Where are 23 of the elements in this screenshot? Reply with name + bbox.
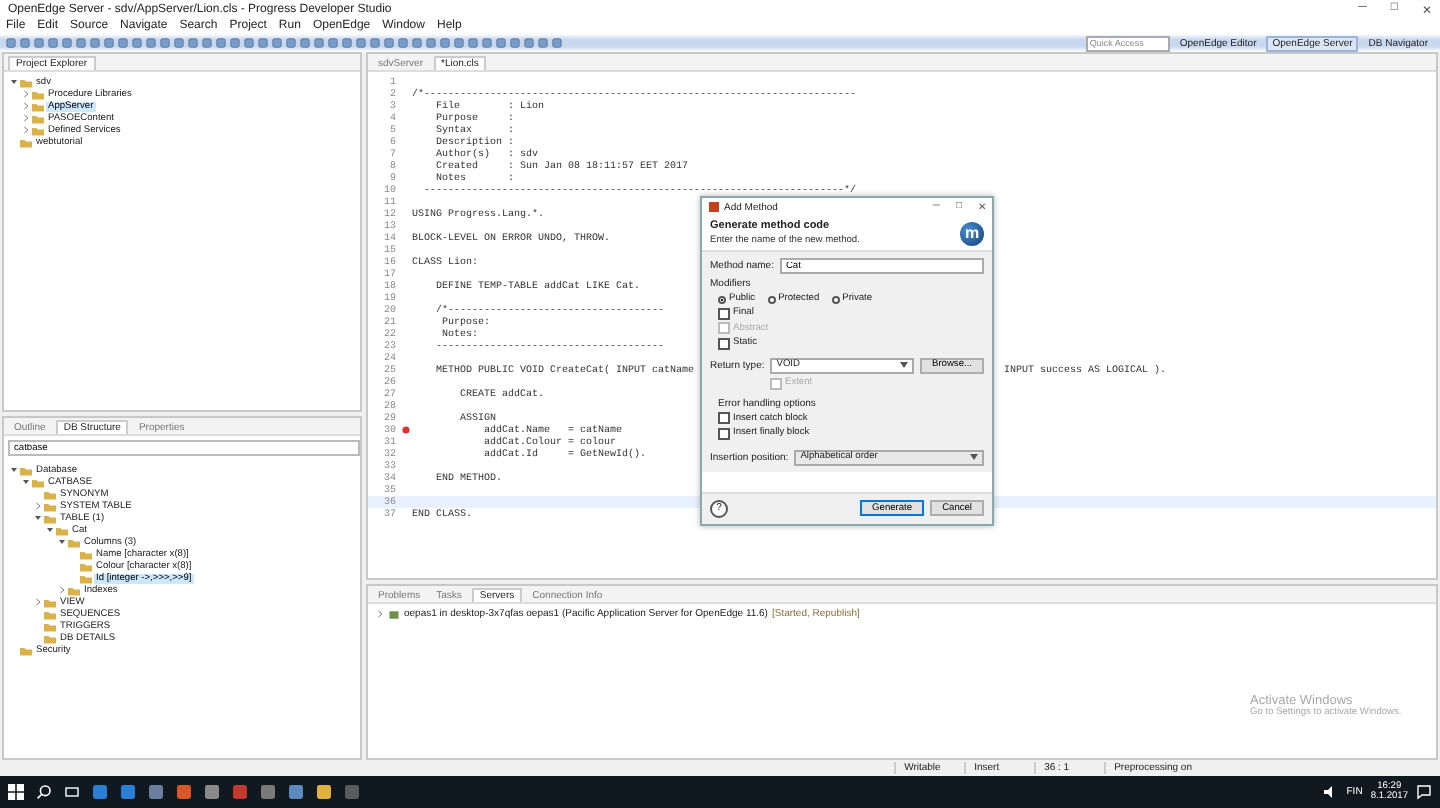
- checkbox[interactable]: [718, 307, 730, 319]
- collapse-arrow-icon[interactable]: [10, 78, 18, 86]
- radio-button[interactable]: [718, 295, 726, 303]
- node-icon: [20, 645, 32, 655]
- notification-icon[interactable]: [1416, 784, 1432, 800]
- collapse-arrow-icon[interactable]: [34, 514, 42, 522]
- checkbox[interactable]: [718, 427, 730, 439]
- task-view-icon[interactable]: [64, 784, 80, 800]
- checkbox[interactable]: [718, 412, 730, 424]
- dropdown-arrow-icon[interactable]: [970, 454, 978, 460]
- dropdown-arrow-icon[interactable]: [900, 362, 908, 368]
- checkbox[interactable]: [718, 337, 730, 349]
- collapse-arrow-icon[interactable]: [22, 478, 30, 486]
- logo: m: [960, 221, 984, 245]
- collapse-arrow-icon[interactable]: [58, 538, 66, 546]
- app-icon: [708, 202, 720, 212]
- radio-button[interactable]: [767, 295, 776, 303]
- radio-button[interactable]: [831, 295, 840, 303]
- windows-icon[interactable]: [8, 784, 24, 800]
- search-icon[interactable]: [36, 784, 52, 800]
- server-icon: [388, 609, 400, 619]
- collapse-arrow-icon[interactable]: [46, 526, 54, 534]
- collapse-arrow-icon[interactable]: [10, 466, 18, 474]
